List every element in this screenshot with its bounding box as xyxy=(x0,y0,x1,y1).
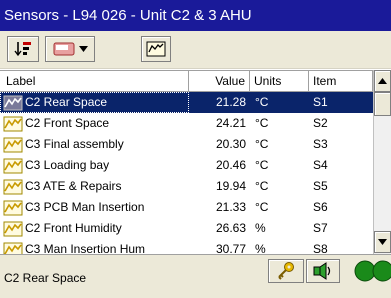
window-title: Sensors - L94 026 - Unit C2 & 3 AHU xyxy=(0,0,391,31)
scroll-thumb[interactable] xyxy=(374,92,391,116)
row-label-cell[interactable]: C3 ATE & Repairs xyxy=(0,176,189,197)
row-value: 21.28 xyxy=(189,92,250,113)
column-header-label[interactable]: Label xyxy=(0,71,189,92)
row-value: 26.63 xyxy=(215,221,246,235)
row-label-cell[interactable]: C2 Front Humidity xyxy=(0,218,189,239)
trend-chart-button[interactable] xyxy=(141,36,171,62)
row-units: °C xyxy=(255,158,269,172)
sensor-trend-icon xyxy=(3,95,23,110)
column-header-value[interactable]: Value xyxy=(189,71,250,92)
row-item: S3 xyxy=(313,137,328,151)
row-label: C2 Rear Space xyxy=(25,95,108,109)
sound-button[interactable] xyxy=(306,259,340,283)
vertical-scrollbar[interactable] xyxy=(373,70,391,254)
row-units: °C xyxy=(250,92,309,113)
table-row[interactable]: C2 Rear Space 21.28 °C S1 xyxy=(0,92,373,113)
view-menu-icon xyxy=(53,42,74,56)
status-text: C2 Rear Space xyxy=(4,271,87,285)
table-row[interactable]: C3 Man Insertion Hum 30.77% S8 xyxy=(0,239,373,254)
sensor-trend-icon xyxy=(3,200,23,215)
row-item: S6 xyxy=(313,200,328,214)
row-units: °C xyxy=(255,179,269,193)
sensor-trend-icon xyxy=(3,179,23,194)
row-units: °C xyxy=(255,116,269,130)
trend-chart-icon xyxy=(146,41,166,57)
row-label-cell[interactable]: C3 Loading bay xyxy=(0,155,189,176)
row-item: S7 xyxy=(313,221,328,235)
row-label-cell[interactable]: C3 Final assembly xyxy=(0,134,189,155)
sensor-trend-icon xyxy=(3,242,23,254)
row-label: C3 PCB Man Insertion xyxy=(25,200,145,214)
sensor-trend-icon xyxy=(3,158,23,173)
row-item: S1 xyxy=(309,92,373,113)
table-row[interactable]: C3 Loading bay 20.46 °C S4 xyxy=(0,155,373,176)
arrow-up-icon xyxy=(378,78,387,84)
table-row[interactable]: C3 PCB Man Insertion 21.33 °C S6 xyxy=(0,197,373,218)
table-row[interactable]: C2 Front Space 24.21 °C S2 xyxy=(0,113,373,134)
column-header-item[interactable]: Item xyxy=(309,71,373,92)
row-item: S2 xyxy=(313,116,328,130)
row-label-cell[interactable]: C3 PCB Man Insertion xyxy=(0,197,189,218)
row-label-cell[interactable]: C3 Man Insertion Hum xyxy=(0,239,189,254)
sensor-list: C2 Rear Space 21.28 °C S1 C2 Front Space 24.2… xyxy=(0,92,373,254)
row-value: 20.30 xyxy=(215,137,246,151)
scroll-up-button[interactable] xyxy=(374,70,391,92)
row-item: S4 xyxy=(313,158,328,172)
row-label: C2 Front Space xyxy=(25,116,110,130)
connection-status-icon xyxy=(354,260,391,285)
row-label: C2 Front Humidity xyxy=(25,221,122,235)
row-units: % xyxy=(255,221,266,235)
view-menu-button[interactable] xyxy=(45,36,95,62)
arrow-down-icon xyxy=(378,239,387,245)
table-row[interactable]: C2 Front Humidity 26.63% S7 xyxy=(0,218,373,239)
row-value: 30.77 xyxy=(215,242,246,254)
row-label-cell[interactable]: C2 Rear Space xyxy=(0,92,189,113)
row-value: 24.21 xyxy=(215,116,246,130)
toolbar xyxy=(0,31,391,69)
row-value: 20.46 xyxy=(215,158,246,172)
chevron-down-icon xyxy=(78,46,88,52)
column-header-units[interactable]: Units xyxy=(250,71,309,92)
sort-icon xyxy=(14,42,31,57)
row-units: °C xyxy=(255,137,269,151)
row-value: 21.33 xyxy=(215,200,246,214)
row-label-cell[interactable]: C2 Front Space xyxy=(0,113,189,134)
scroll-down-button[interactable] xyxy=(374,231,391,253)
sensor-trend-icon xyxy=(3,116,23,131)
table-row[interactable]: C3 ATE & Repairs 19.94 °C S5 xyxy=(0,176,373,197)
sort-button[interactable] xyxy=(7,36,39,62)
row-item: S5 xyxy=(313,179,328,193)
row-units: % xyxy=(255,242,266,254)
row-label: C3 Final assembly xyxy=(25,137,124,151)
key-button[interactable] xyxy=(268,259,304,283)
table-header: Label Value Units Item xyxy=(0,70,391,92)
row-label: C3 Man Insertion Hum xyxy=(25,242,146,254)
row-value: 19.94 xyxy=(215,179,246,193)
row-item: S8 xyxy=(313,242,328,254)
row-units: °C xyxy=(255,200,269,214)
key-icon xyxy=(278,262,294,280)
table-row[interactable]: C3 Final assembly 20.30 °C S3 xyxy=(0,134,373,155)
row-label: C3 Loading bay xyxy=(25,158,110,172)
speaker-icon xyxy=(313,262,331,280)
sensor-trend-icon xyxy=(3,221,23,236)
row-label: C3 ATE & Repairs xyxy=(25,179,122,193)
sensor-trend-icon xyxy=(3,137,23,152)
status-bar: C2 Rear Space xyxy=(0,254,391,298)
